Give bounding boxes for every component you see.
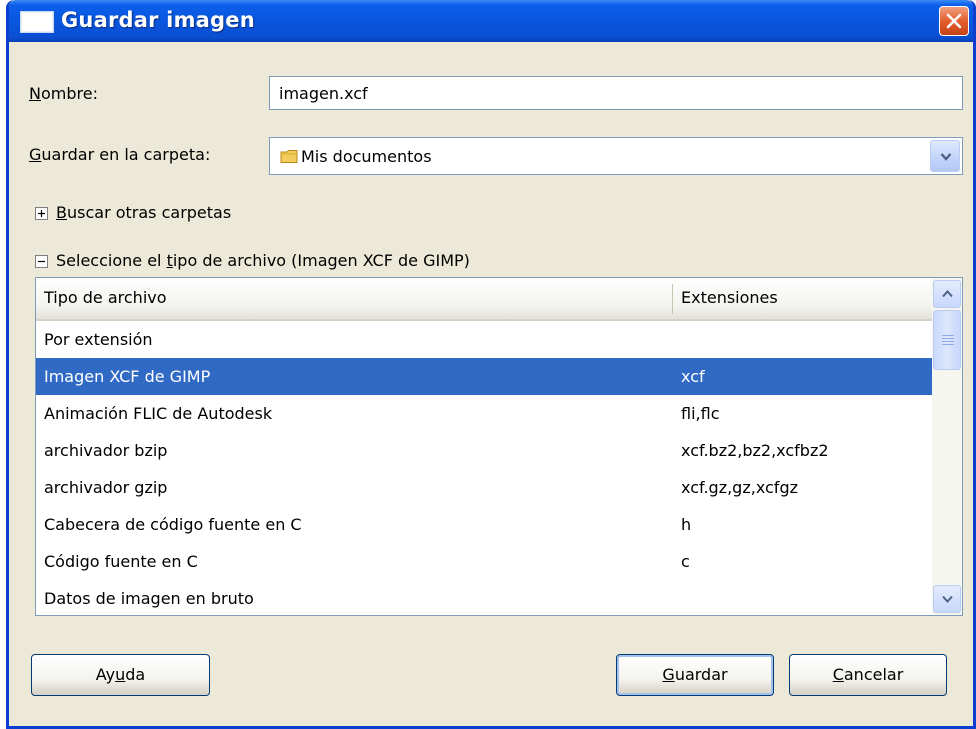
- file-type-extensions: xcf.gz,gz,xcfgz: [681, 478, 798, 497]
- filename-input[interactable]: imagen.xcf: [269, 76, 963, 110]
- scroll-thumb[interactable]: [933, 310, 961, 370]
- filename-value: imagen.xcf: [279, 84, 368, 103]
- vertical-scrollbar[interactable]: [932, 278, 962, 615]
- file-type-extensions: xcf.bz2,bz2,xcfbz2: [681, 441, 829, 460]
- list-item[interactable]: Por extensión: [36, 321, 932, 358]
- window-icon: [20, 11, 54, 33]
- cancel-button[interactable]: Cancelar: [789, 654, 947, 696]
- scroll-up-button[interactable]: [933, 280, 961, 308]
- folder-icon: [280, 150, 298, 163]
- file-type-name: Imagen XCF de GIMP: [44, 367, 211, 386]
- file-type-name: Animación FLIC de Autodesk: [44, 404, 273, 423]
- list-header: Tipo de archivo Extensiones: [36, 278, 932, 321]
- file-type-name: Cabecera de código fuente en C: [44, 515, 302, 534]
- chevron-down-icon: [942, 595, 953, 603]
- filetype-collapse-icon[interactable]: [35, 255, 48, 268]
- folder-select[interactable]: Mis documentos: [269, 137, 963, 175]
- title-bar[interactable]: Guardar imagen: [9, 0, 973, 42]
- name-label: Nombre:: [29, 84, 98, 103]
- list-item[interactable]: Datos de imagen en bruto: [36, 580, 932, 615]
- file-type-name: archivador gzip: [44, 478, 168, 497]
- folder-value: Mis documentos: [301, 147, 432, 166]
- column-header-extensions[interactable]: Extensiones: [681, 288, 778, 307]
- file-type-name: archivador bzip: [44, 441, 168, 460]
- filetype-section-toggle[interactable]: Seleccione el tipo de archivo (Imagen XC…: [56, 251, 470, 270]
- filetype-list[interactable]: Tipo de archivo Extensiones Por extensió…: [35, 277, 963, 616]
- column-separator[interactable]: [672, 284, 673, 314]
- browse-folders-toggle[interactable]: Buscar otras carpetas: [56, 203, 231, 222]
- list-item[interactable]: Código fuente en C c: [36, 543, 932, 580]
- list-item[interactable]: Animación FLIC de Autodesk fli,flc: [36, 395, 932, 432]
- save-image-dialog: Guardar imagen Nombre: imagen.xcf Guarda…: [6, 0, 976, 729]
- file-type-extensions: fli,flc: [681, 404, 720, 423]
- file-type-extensions: c: [681, 552, 690, 571]
- scroll-down-button[interactable]: [933, 585, 961, 613]
- close-button[interactable]: [939, 6, 969, 36]
- list-item[interactable]: archivador gzip xcf.gz,gz,xcfgz: [36, 469, 932, 506]
- file-type-name: Código fuente en C: [44, 552, 198, 571]
- chevron-down-icon: [940, 153, 952, 161]
- close-icon: [946, 13, 962, 29]
- file-type-extensions: xcf: [681, 367, 705, 386]
- column-header-type[interactable]: Tipo de archivo: [44, 288, 167, 307]
- list-item[interactable]: Imagen XCF de GIMP xcf: [36, 358, 932, 395]
- list-item[interactable]: archivador bzip xcf.bz2,bz2,xcfbz2: [36, 432, 932, 469]
- save-button[interactable]: Guardar: [616, 654, 774, 696]
- browse-expander-icon[interactable]: [35, 207, 48, 220]
- chevron-up-icon: [942, 290, 953, 298]
- folder-dropdown-button[interactable]: [930, 140, 960, 172]
- file-type-extensions: h: [681, 515, 692, 534]
- window-title: Guardar imagen: [61, 8, 255, 32]
- file-type-name: Por extensión: [44, 330, 153, 349]
- help-button[interactable]: Ayuda: [31, 654, 210, 696]
- list-item[interactable]: Cabecera de código fuente en C h: [36, 506, 932, 543]
- file-type-name: Datos de imagen en bruto: [44, 589, 254, 608]
- folder-label: Guardar en la carpeta:: [29, 145, 211, 164]
